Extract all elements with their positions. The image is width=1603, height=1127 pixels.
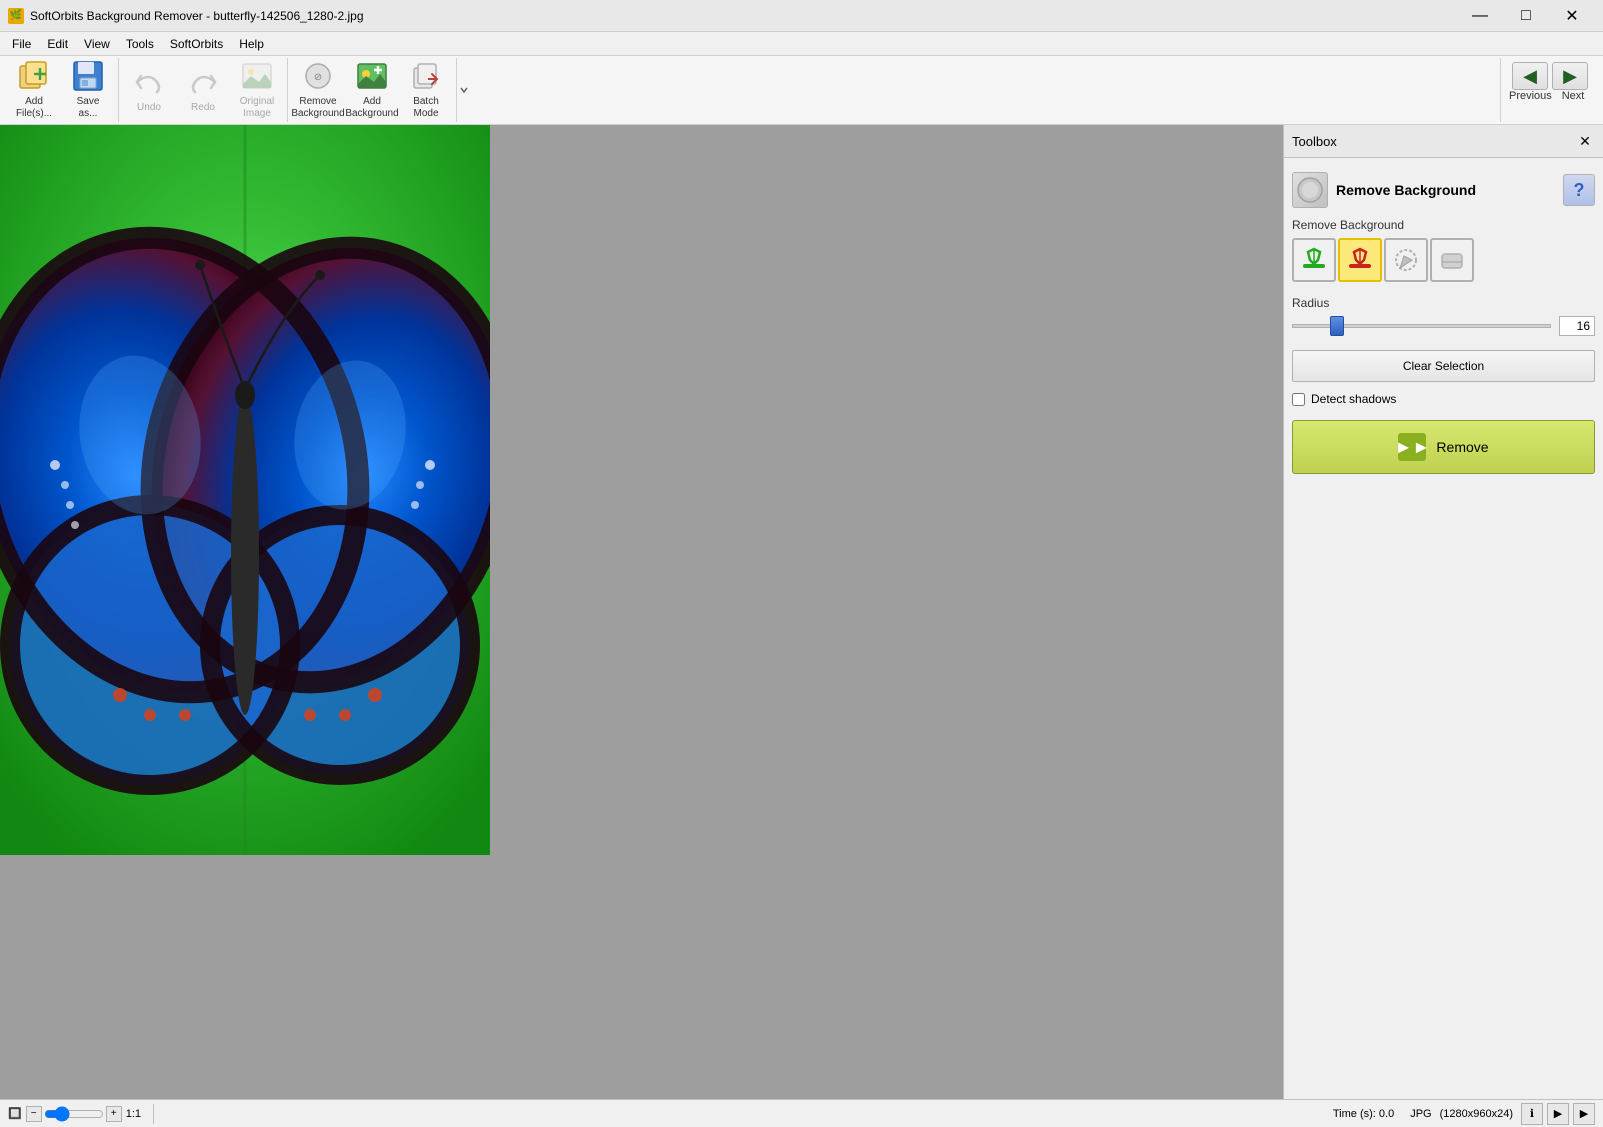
redo-icon <box>187 66 219 98</box>
zoom-icon: 🔲 <box>8 1107 22 1120</box>
maximize-button[interactable]: □ <box>1503 0 1549 32</box>
remove-button[interactable]: ►► Remove <box>1292 420 1595 474</box>
erase-button[interactable] <box>1430 238 1474 282</box>
toolbar-bg-group: ⊘ RemoveBackground AddBackground <box>288 58 457 122</box>
menu-file[interactable]: File <box>4 35 39 53</box>
minimize-button[interactable]: — <box>1457 0 1503 32</box>
window-controls: — □ ✕ <box>1457 0 1595 32</box>
menu-softorbits[interactable]: SoftOrbits <box>162 35 231 53</box>
status-icons: ℹ ▶ ▶ <box>1521 1103 1595 1125</box>
zoom-label: 1:1 <box>126 1108 141 1120</box>
toolbar: AddFile(s)... Saveas... Undo <box>0 56 1603 125</box>
next-button[interactable]: ▶ <box>1552 62 1588 90</box>
main-area: Toolbox ✕ Remove Background ? Remove Bac… <box>0 125 1603 1099</box>
radius-label: Radius <box>1292 296 1595 310</box>
toolbar-nav: ◀ ▶ Previous Next <box>1500 58 1599 122</box>
zoom-slider[interactable] <box>44 1107 104 1121</box>
redo-button[interactable]: Redo <box>177 60 229 120</box>
magic-wand-button[interactable] <box>1384 238 1428 282</box>
zoom-controls: − + <box>26 1106 122 1122</box>
remove-arrow-icon: ►► <box>1398 433 1426 461</box>
canvas-bg <box>490 125 1283 1099</box>
status-video-button[interactable]: ▶ <box>1573 1103 1595 1125</box>
undo-button[interactable]: Undo <box>123 60 175 120</box>
rb-icon <box>1292 172 1328 208</box>
status-share-button[interactable]: ▶ <box>1547 1103 1569 1125</box>
save-as-icon <box>72 60 104 92</box>
detect-shadows-label[interactable]: Detect shadows <box>1311 392 1396 406</box>
status-right: Time (s): 0.0 JPG (1280x960x24) ℹ ▶ ▶ <box>1333 1103 1595 1125</box>
status-dimensions: (1280x960x24) <box>1440 1108 1513 1120</box>
batch-mode-icon <box>410 60 442 92</box>
radius-slider-container <box>1292 316 1551 336</box>
menu-tools[interactable]: Tools <box>118 35 162 53</box>
menu-view[interactable]: View <box>76 35 118 53</box>
radius-slider[interactable] <box>1292 324 1551 328</box>
zoom-out-button[interactable]: − <box>26 1106 42 1122</box>
add-files-icon <box>18 60 50 92</box>
rb-header: Remove Background ? <box>1292 166 1595 218</box>
add-files-label: AddFile(s)... <box>16 96 52 120</box>
toolbox-panel: Toolbox ✕ Remove Background ? Remove Bac… <box>1283 125 1603 1099</box>
original-image-label: OriginalImage <box>240 96 274 120</box>
remove-btn-label: Remove <box>1436 439 1488 455</box>
status-separator <box>153 1104 154 1124</box>
remove-background-label: RemoveBackground <box>291 96 344 120</box>
status-zoom: 🔲 − + 1:1 <box>8 1106 141 1122</box>
window-title: SoftOrbits Background Remover - butterfl… <box>30 9 364 23</box>
toolbox-header: Toolbox ✕ <box>1284 125 1603 158</box>
radius-section: Radius <box>1292 296 1595 336</box>
status-time: Time (s): 0.0 <box>1333 1108 1394 1120</box>
save-as-button[interactable]: Saveas... <box>62 60 114 120</box>
toolbar-file-group: AddFile(s)... Saveas... <box>4 58 119 122</box>
canvas-area[interactable] <box>0 125 1283 1099</box>
menu-help[interactable]: Help <box>231 35 272 53</box>
status-info-button[interactable]: ℹ <box>1521 1103 1543 1125</box>
undo-label: Undo <box>137 102 161 114</box>
keep-foreground-button[interactable] <box>1292 238 1336 282</box>
batch-mode-label: Batch Mode <box>403 96 449 120</box>
add-background-button[interactable]: AddBackground <box>346 60 398 120</box>
previous-button[interactable]: ◀ <box>1512 62 1548 90</box>
original-image-button[interactable]: OriginalImage <box>231 60 283 120</box>
app-icon: 🌿 <box>8 8 24 24</box>
status-format: JPG <box>1410 1108 1431 1120</box>
toolbox-content: Remove Background ? Remove Background <box>1284 158 1603 1099</box>
add-background-icon <box>356 60 388 92</box>
status-bar: 🔲 − + 1:1 Time (s): 0.0 JPG (1280x960x24… <box>0 1099 1603 1127</box>
detect-shadows-checkbox[interactable] <box>1292 393 1305 406</box>
section-label: Remove Background <box>1292 218 1595 232</box>
toolbox-title: Toolbox <box>1292 134 1337 149</box>
next-label: Next <box>1555 90 1591 102</box>
remove-background-button[interactable]: ⊘ RemoveBackground <box>292 60 344 120</box>
radius-value-input[interactable] <box>1559 316 1595 336</box>
previous-label: Previous <box>1509 90 1545 102</box>
title-bar: 🌿 SoftOrbits Background Remover - butter… <box>0 0 1603 32</box>
add-files-button[interactable]: AddFile(s)... <box>8 60 60 120</box>
remove-background-icon: ⊘ <box>302 60 334 92</box>
clear-selection-button[interactable]: Clear Selection <box>1292 350 1595 382</box>
toolbar-more-button[interactable] <box>457 58 471 122</box>
close-button[interactable]: ✕ <box>1549 0 1595 32</box>
menu-bar: File Edit View Tools SoftOrbits Help <box>0 32 1603 56</box>
toolbox-close-button[interactable]: ✕ <box>1575 131 1595 151</box>
tool-buttons-row <box>1292 238 1595 282</box>
add-background-label: AddBackground <box>345 96 398 120</box>
help-button[interactable]: ? <box>1563 174 1595 206</box>
remove-background-tool-button[interactable] <box>1338 238 1382 282</box>
toolbar-edit-group: Undo Redo OriginalImage <box>119 58 288 122</box>
undo-icon <box>133 66 165 98</box>
zoom-in-button[interactable]: + <box>106 1106 122 1122</box>
radius-row <box>1292 316 1595 336</box>
svg-text:⊘: ⊘ <box>314 72 322 83</box>
rb-title: Remove Background <box>1336 182 1555 198</box>
canvas-image <box>0 125 490 855</box>
save-as-label: Saveas... <box>77 96 100 120</box>
menu-edit[interactable]: Edit <box>39 35 76 53</box>
batch-mode-button[interactable]: Batch Mode <box>400 60 452 120</box>
original-image-icon <box>241 60 273 92</box>
detect-shadows-row: Detect shadows <box>1292 392 1595 406</box>
redo-label: Redo <box>191 102 215 114</box>
